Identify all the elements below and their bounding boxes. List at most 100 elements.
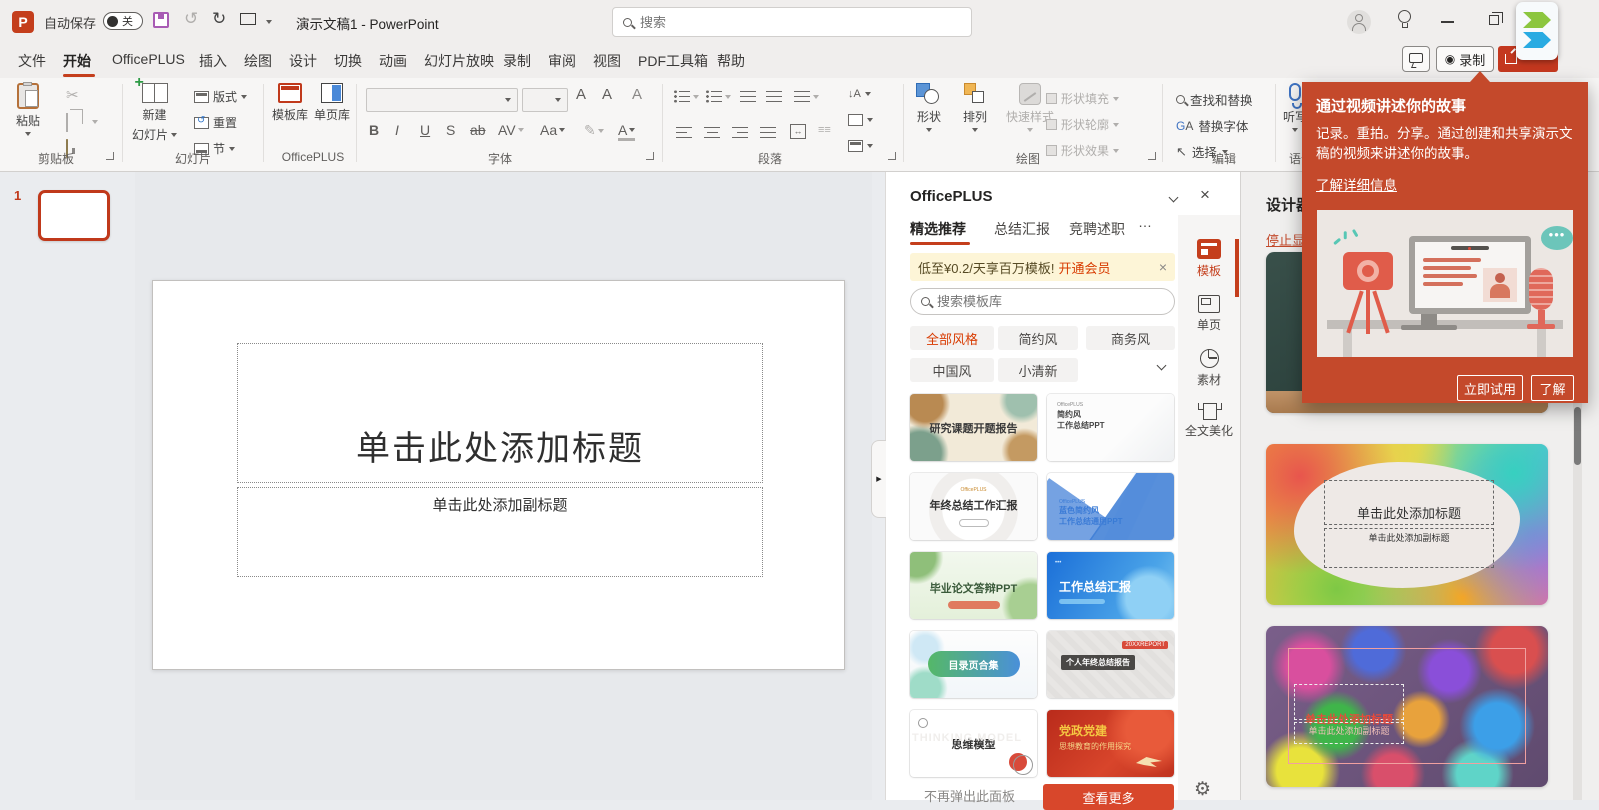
align-text-button[interactable]: [848, 114, 873, 126]
highlight-button[interactable]: ✎: [584, 122, 604, 139]
template-search-input[interactable]: [937, 294, 1147, 309]
chip-business[interactable]: 商务风: [1086, 326, 1175, 350]
slide-canvas[interactable]: 单击此处添加标题 单击此处添加副标题: [152, 280, 845, 670]
line-spacing-dropdown-icon[interactable]: [813, 95, 819, 99]
tab-file[interactable]: 文件: [18, 51, 46, 71]
tab-record[interactable]: 录制: [503, 51, 531, 71]
qat-customize-icon[interactable]: [266, 20, 272, 24]
learn-more-link[interactable]: 了解详细信息: [1316, 174, 1397, 194]
undo-icon[interactable]: ↺: [184, 9, 198, 29]
try-now-button[interactable]: 立即试用: [1457, 375, 1523, 401]
chips-expand-icon[interactable]: [1157, 361, 1167, 371]
template-thinking-model[interactable]: THINKING MODEL 思维模型: [910, 710, 1037, 777]
search-input[interactable]: [640, 15, 940, 30]
numbering-dropdown-icon[interactable]: [725, 95, 731, 99]
template-search-box[interactable]: [910, 288, 1175, 315]
tab-review[interactable]: 审阅: [548, 51, 576, 71]
tab-view[interactable]: 视图: [593, 51, 621, 71]
template-toc-collection[interactable]: 目录页合集: [910, 631, 1037, 698]
layout-button[interactable]: 版式: [194, 88, 247, 105]
align-center-icon[interactable]: [704, 126, 720, 139]
tab-insert[interactable]: 插入: [199, 51, 227, 71]
op-tab-summary[interactable]: 总结汇报: [994, 219, 1050, 239]
chip-fresh[interactable]: 小清新: [998, 358, 1078, 382]
panel-close-icon[interactable]: ×: [1200, 185, 1210, 205]
smartart-button[interactable]: [848, 140, 873, 152]
redo-icon[interactable]: ↻: [212, 9, 226, 29]
template-work-summary-blue[interactable]: ••• 工作总结汇报: [1047, 552, 1174, 619]
shapes-button[interactable]: 形状: [916, 83, 942, 132]
op-tab-featured[interactable]: 精选推荐: [910, 219, 966, 239]
shape-fill-button[interactable]: 形状填充: [1046, 90, 1119, 107]
increase-indent-icon[interactable]: [766, 90, 782, 103]
clipboard-dialog-launcher[interactable]: [106, 152, 114, 160]
record-button[interactable]: ◉ 录制: [1436, 46, 1494, 72]
template-yearend-summary[interactable]: OfficePLUS 年终总结工作汇报: [910, 473, 1037, 540]
template-minimal-work-summary[interactable]: OfficePLUS 简约风 工作总结PPT: [1047, 394, 1174, 461]
bullets-icon[interactable]: [674, 90, 690, 103]
decrease-indent-icon[interactable]: [740, 90, 756, 103]
grow-font-button[interactable]: A: [576, 86, 586, 103]
shadow-button[interactable]: S: [446, 122, 455, 138]
template-thesis-defense[interactable]: 毕业论文答辩PPT: [910, 552, 1037, 619]
strikethrough-button[interactable]: ab: [470, 122, 486, 138]
tab-officeplus[interactable]: OfficePLUS: [112, 51, 185, 67]
panel-collapse-chevron-icon[interactable]: [1169, 193, 1179, 203]
template-personal-report[interactable]: 20XXREPORT 个人年终总结报告: [1047, 631, 1174, 698]
screen-recorder-overlay-icon[interactable]: [1516, 2, 1558, 60]
italic-button[interactable]: I: [395, 122, 399, 138]
slide-thumbnail[interactable]: [38, 190, 110, 241]
chip-all-styles[interactable]: 全部风格: [910, 326, 994, 350]
cut-icon[interactable]: ✂: [66, 86, 79, 104]
font-size-combo[interactable]: [522, 88, 568, 112]
template-library-button[interactable]: 模板库: [272, 83, 308, 123]
font-name-combo[interactable]: [366, 88, 518, 112]
restore-button[interactable]: [1489, 15, 1499, 25]
slideshow-icon[interactable]: [240, 13, 256, 25]
char-spacing-button[interactable]: AV: [498, 122, 524, 138]
copy-dropdown-icon[interactable]: [92, 120, 98, 124]
align-left-icon[interactable]: [676, 126, 692, 139]
settings-gear-icon[interactable]: ⚙: [1194, 778, 1211, 801]
comments-button[interactable]: [1402, 46, 1430, 72]
op-tab-interview[interactable]: 竞聘述职: [1069, 219, 1125, 239]
arrange-button[interactable]: 排列: [962, 83, 988, 132]
replace-font-button[interactable]: GA 替换字体: [1176, 116, 1248, 135]
autosave-toggle[interactable]: 关: [103, 12, 143, 30]
template-blue-minimal[interactable]: OfficePLUS 蓝色简约风 工作总结通用PPT: [1047, 473, 1174, 540]
text-direction-button[interactable]: ↓A: [848, 88, 871, 100]
dont-show-panel-note[interactable]: 不再弹出此面板: [924, 786, 1015, 805]
reset-button[interactable]: 重置: [194, 114, 237, 131]
title-placeholder[interactable]: 单击此处添加标题: [237, 343, 763, 483]
minimize-button[interactable]: [1441, 21, 1454, 23]
distribute-icon[interactable]: ↔: [790, 124, 806, 139]
rail-item-assets[interactable]: 素材: [1178, 349, 1240, 388]
justify-icon[interactable]: [760, 126, 776, 139]
shape-outline-button[interactable]: 形状轮廓: [1046, 116, 1119, 133]
design-suggestion-bells[interactable]: 单击此处添加标题 单击此处添加副标题: [1266, 626, 1548, 787]
copy-icon[interactable]: [66, 113, 68, 132]
tab-draw[interactable]: 绘图: [244, 51, 272, 71]
open-membership-link[interactable]: 开通会员: [1059, 258, 1111, 277]
clear-format-button[interactable]: A: [632, 86, 642, 103]
underline-button[interactable]: U: [420, 122, 430, 138]
op-tab-more-icon[interactable]: …: [1138, 214, 1152, 230]
designer-scrollbar-thumb[interactable]: [1574, 407, 1581, 465]
tab-pdf-tools[interactable]: PDF工具箱: [638, 51, 708, 71]
tab-design[interactable]: 设计: [289, 51, 317, 71]
rail-item-pages[interactable]: 单页: [1178, 295, 1240, 333]
banner-close-icon[interactable]: ×: [1159, 259, 1167, 275]
find-replace-button[interactable]: 查找和替换: [1176, 90, 1253, 109]
paragraph-dialog-launcher[interactable]: [888, 152, 896, 160]
bold-button[interactable]: B: [369, 122, 379, 138]
search-box[interactable]: [612, 7, 972, 37]
panel-collapse-handle[interactable]: ▶: [871, 440, 886, 518]
chip-chinese[interactable]: 中国风: [910, 358, 994, 382]
columns-icon[interactable]: ≡≡: [818, 124, 831, 136]
got-it-button[interactable]: 了解: [1531, 375, 1574, 401]
tab-transitions[interactable]: 切换: [334, 51, 362, 71]
account-avatar[interactable]: [1347, 10, 1371, 34]
new-slide-button[interactable]: + 新建 幻灯片: [132, 83, 177, 143]
page-library-button[interactable]: 单页库: [314, 83, 350, 123]
template-research-report[interactable]: 研究课题开题报告: [910, 394, 1037, 461]
